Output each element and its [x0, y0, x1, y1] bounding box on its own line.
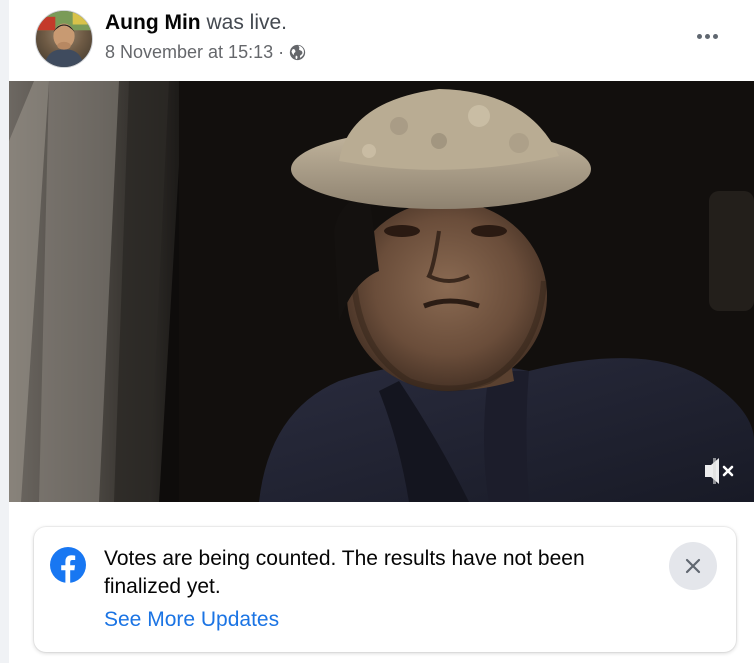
facebook-logo-icon: [50, 547, 86, 583]
more-options-button[interactable]: [685, 22, 729, 50]
live-video-player[interactable]: [9, 81, 754, 502]
close-notice-button[interactable]: [669, 542, 717, 590]
avatar-image: [36, 11, 92, 67]
globe-icon[interactable]: [289, 44, 306, 61]
volume-muted-icon: [705, 458, 734, 484]
meta-separator: ·: [278, 42, 285, 62]
video-frame: [9, 81, 754, 502]
notice-message: Votes are being counted. The results hav…: [104, 547, 585, 598]
see-more-updates-link[interactable]: See More Updates: [104, 606, 279, 634]
more-options-icon-dot: [712, 33, 718, 39]
author-name[interactable]: Aung Min: [105, 11, 201, 34]
post-header: Aung Min was live. 8 November at 15:13 ·: [9, 0, 754, 81]
post-timestamp[interactable]: 8 November at 15:13: [105, 41, 273, 63]
post-meta: 8 November at 15:13 ·: [105, 41, 306, 63]
more-options-icon-dot: [704, 33, 710, 39]
author-avatar[interactable]: [35, 10, 93, 68]
post-author-line: Aung Min was live.: [105, 11, 287, 35]
more-options-icon: [696, 33, 702, 39]
close-icon: [685, 558, 701, 574]
mute-toggle-button[interactable]: [699, 453, 739, 489]
election-notice: Votes are being counted. The results hav…: [34, 527, 736, 652]
post-card: Aung Min was live. 8 November at 15:13 ·: [9, 0, 754, 663]
author-status: was live.: [200, 11, 287, 34]
